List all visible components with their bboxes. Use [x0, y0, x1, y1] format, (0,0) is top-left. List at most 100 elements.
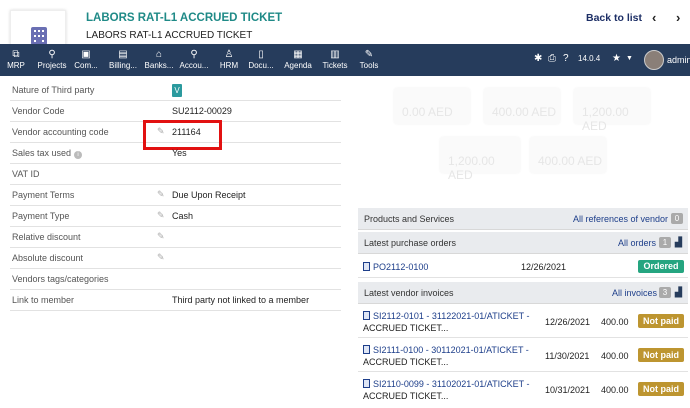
caret-down-icon[interactable]: ▼ [626, 55, 633, 62]
status-badge: Ordered [638, 260, 684, 273]
bookmark-star-icon[interactable]: ★ [612, 53, 621, 64]
stat-box: 0.00 AED [394, 88, 470, 124]
table-row[interactable]: PO2112-0100 12/26/2021 Ordered [358, 256, 688, 278]
field-row-absolute-discount: Absolute discount ✎ [10, 248, 341, 269]
page-subtitle: LABORS RAT-L1 ACCRUED TICKET [86, 30, 253, 41]
status-badge: Not paid [638, 348, 684, 362]
status-badge: Not paid [638, 314, 684, 328]
field-value: SU2112-00029 [172, 106, 232, 116]
document-icon [363, 262, 370, 271]
back-to-list-link[interactable]: Back to list [586, 12, 642, 24]
nature-badge: V [172, 84, 182, 97]
all-references-link[interactable]: All references of vendor [573, 214, 668, 224]
menu-item-projects[interactable]: ⚲ Projects [36, 48, 68, 70]
menu-item-accounting[interactable]: ⚲ Accou... [178, 48, 210, 70]
field-label: Relative discount [12, 232, 81, 242]
field-label: Absolute discount [12, 253, 84, 263]
field-row-relative-discount: Relative discount ✎ [10, 227, 341, 248]
pencil-icon[interactable]: ✎ [157, 231, 165, 242]
print-icon[interactable]: ⎙ [548, 53, 556, 64]
user-tie-icon: ♙ [224, 49, 234, 60]
field-row-vat-id: VAT ID [10, 164, 341, 185]
bug-icon[interactable]: ✱ [534, 53, 542, 64]
invoices-panel-header: Latest vendor invoices All invoices 3 ▟ [358, 282, 688, 304]
user-name[interactable]: admin [667, 55, 690, 65]
menu-item-tickets[interactable]: ▥ Tickets [320, 48, 350, 70]
field-label: VAT ID [12, 169, 40, 179]
menu-item-agenda[interactable]: ▦ Agenda [282, 48, 314, 70]
field-label: Payment Type [12, 211, 70, 221]
building-icon [31, 27, 47, 45]
products-panel-header: Products and Services All references of … [358, 208, 688, 230]
invoice-ref-link[interactable]: SI2112-0101 - 31122021-01/ATICKET - [373, 311, 529, 321]
thirdparty-logo [10, 10, 66, 46]
field-row-link-member: Link to member Third party not linked to… [10, 290, 341, 311]
top-menu: ⧉ MRP ⚲ Projects ▣ Com... ▤ Billing... ⌂ Bank… [0, 44, 690, 76]
all-invoices-link[interactable]: All invoices [612, 288, 657, 298]
field-label: Nature of Third party [12, 85, 95, 95]
field-label: Sales tax used i [12, 148, 83, 159]
field-value: Yes [172, 148, 187, 158]
count-badge: 3 [659, 287, 671, 298]
field-row-tags: Vendors tags/categories [10, 269, 341, 290]
version-label: 14.0.4 [578, 54, 601, 63]
field-label: Vendors tags/categories [12, 274, 109, 284]
pencil-icon[interactable]: ✎ [157, 210, 165, 221]
field-row-vendor-code: Vendor Code SU2112-00029 [10, 101, 341, 122]
project-icon: ⚲ [48, 49, 56, 60]
field-value: Due Upon Receipt [172, 190, 246, 200]
orders-panel-header: Latest purchase orders All orders 1 ▟ [358, 232, 688, 254]
help-icon[interactable]: ? [563, 53, 569, 64]
menu-item-commerce[interactable]: ▣ Com... [70, 48, 102, 70]
order-ref-link[interactable]: PO2112-0100 [373, 262, 428, 272]
field-label: Payment Terms [12, 190, 75, 200]
invoice-ref-link[interactable]: SI2110-0099 - 31102021-01/ATICKET - [373, 379, 529, 389]
page-title: LABORS RAT-L1 ACCRUED TICKET [86, 12, 283, 24]
ticket-icon: ▥ [330, 49, 340, 60]
all-orders-link[interactable]: All orders [618, 238, 656, 248]
chevron-right-icon[interactable]: › [676, 10, 680, 25]
table-row[interactable]: SI2111-0100 - 30112021-01/ATICKET - ACCR… [358, 340, 688, 372]
field-value: Third party not linked to a member [172, 295, 310, 305]
pencil-icon[interactable]: ✎ [157, 189, 165, 200]
field-value: Cash [172, 211, 194, 221]
field-label: Vendor Code [12, 106, 65, 116]
menu-item-documents[interactable]: ▯ Docu... [246, 48, 276, 70]
table-row[interactable]: SI2110-0099 - 31102021-01/ATICKET - ACCR… [358, 374, 688, 408]
info-icon: i [74, 151, 83, 159]
count-badge: 1 [659, 237, 671, 248]
field-row-sales-tax: Sales tax used i Yes [10, 143, 341, 164]
stat-box: 400.00 AED [530, 137, 606, 173]
menu-item-mrp[interactable]: ⧉ MRP [6, 48, 26, 70]
document-icon [363, 379, 370, 388]
field-label: Link to member [12, 295, 75, 305]
document-icon: ▯ [258, 49, 264, 60]
avatar[interactable] [644, 50, 664, 70]
menu-item-hrm[interactable]: ♙ HRM [218, 48, 240, 70]
briefcase-icon: ▣ [81, 49, 91, 60]
field-row-payment-terms: Payment Terms ✎ Due Upon Receipt [10, 185, 341, 206]
field-label: Vendor accounting code [12, 127, 109, 137]
invoice-ref-link[interactable]: SI2111-0100 - 30112021-01/ATICKET - [373, 345, 529, 355]
document-icon [363, 311, 370, 320]
document-icon [363, 345, 370, 354]
menu-item-tools[interactable]: ✎ Tools [358, 48, 380, 70]
invoice-icon: ▤ [118, 49, 128, 60]
chevron-left-icon[interactable]: ‹ [652, 10, 656, 25]
search-dollar-icon: ⚲ [190, 49, 198, 60]
sitemap-icon: ⧉ [12, 49, 20, 60]
menu-item-billing[interactable]: ▤ Billing... [106, 48, 140, 70]
wrench-icon: ✎ [364, 49, 374, 60]
page-header: LABORS RAT-L1 ACCRUED TICKET LABORS RAT-… [0, 0, 690, 46]
table-row[interactable]: SI2112-0101 - 31122021-01/ATICKET - ACCR… [358, 306, 688, 338]
chart-icon[interactable]: ▟ [675, 287, 682, 298]
stat-box: 1,200.00 AED [440, 137, 520, 182]
pencil-icon[interactable]: ✎ [157, 252, 165, 263]
menu-item-banks[interactable]: ⌂ Banks... [142, 48, 176, 70]
bank-icon: ⌂ [155, 49, 163, 60]
calendar-icon: ▦ [293, 49, 303, 60]
count-badge: 0 [671, 213, 683, 224]
stat-box: 400.00 AED [484, 88, 560, 124]
field-row-payment-type: Payment Type ✎ Cash [10, 206, 341, 227]
chart-icon[interactable]: ▟ [675, 237, 682, 248]
